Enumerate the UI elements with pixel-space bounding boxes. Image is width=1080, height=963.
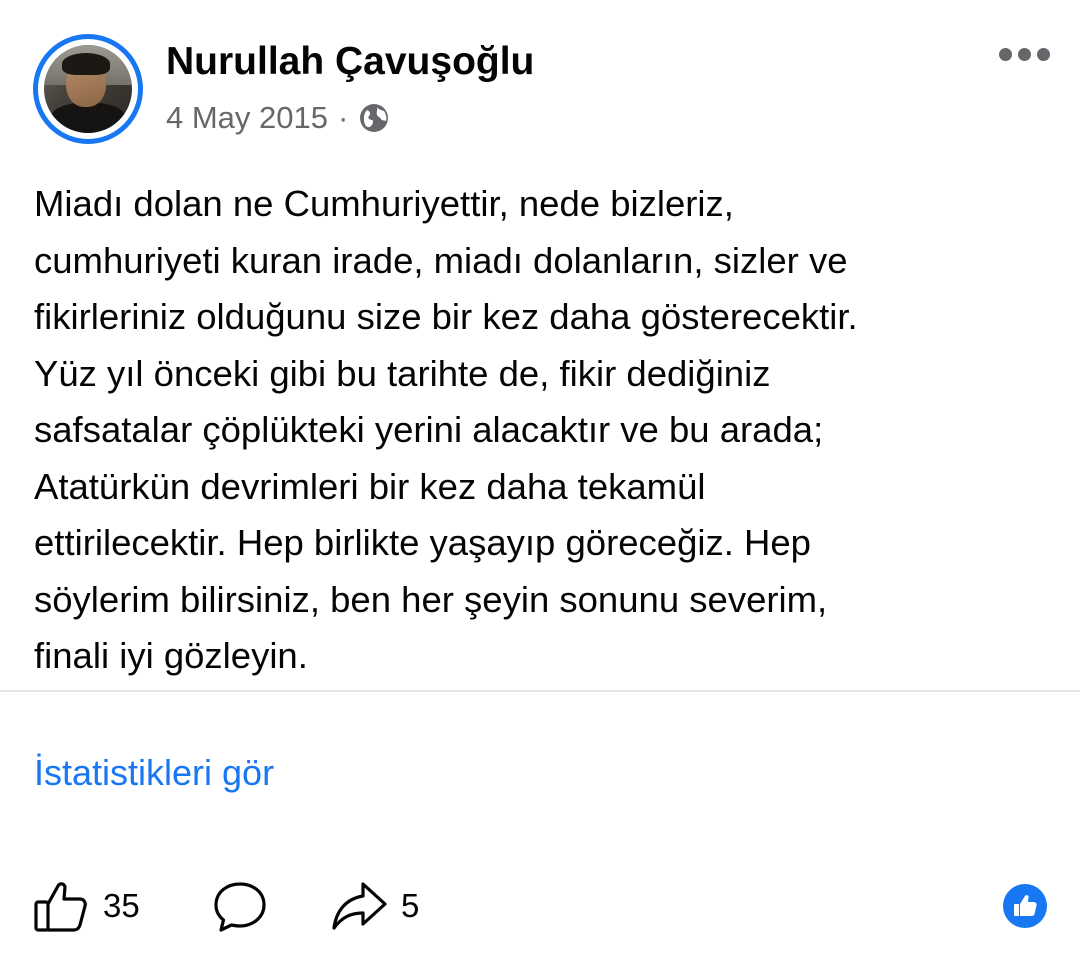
share-arrow-icon [331, 878, 387, 934]
more-dots-icon[interactable] [999, 48, 1050, 61]
share-count: 5 [401, 887, 420, 924]
divider [0, 690, 1080, 692]
user-avatar [44, 45, 132, 133]
facebook-post: Nurullah Çavuşoğlu 4 May 2015 · Miadı do… [0, 0, 1080, 963]
like-button[interactable]: 35 [33, 878, 140, 934]
like-count: 35 [103, 887, 140, 924]
post-date[interactable]: 4 May 2015 [166, 100, 328, 136]
insights-link[interactable]: İstatistikleri gör [34, 752, 274, 794]
like-reaction-icon[interactable] [1003, 884, 1047, 928]
thumbs-up-icon [33, 878, 89, 934]
meta-separator: · [338, 100, 349, 135]
post-text: Miadı dolan ne Cumhuriyettir, nede bizle… [34, 183, 858, 676]
profile-avatar-ring[interactable] [33, 34, 143, 144]
share-button[interactable]: 5 [331, 878, 419, 934]
comment-button[interactable] [212, 878, 268, 934]
post-meta: 4 May 2015 · [166, 100, 390, 136]
author-name[interactable]: Nurullah Çavuşoğlu [166, 40, 534, 84]
globe-icon [358, 102, 390, 134]
comment-bubble-icon [212, 878, 268, 934]
